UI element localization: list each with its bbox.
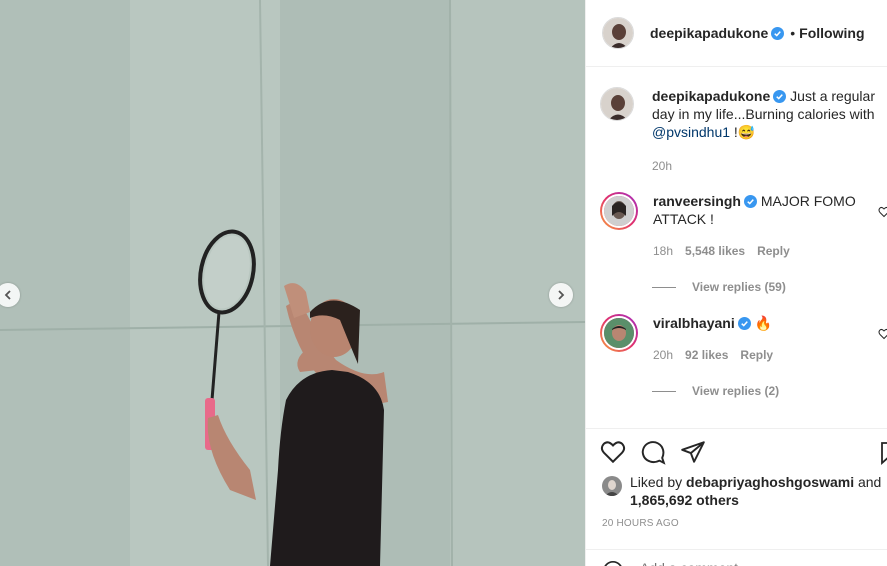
post-header: deepikapadukone • Following [586, 0, 887, 67]
likes-summary: Liked by debapriyaghoshgoswami and 1,865… [602, 473, 887, 509]
comment-age: 20h [653, 348, 674, 362]
heart-icon[interactable] [600, 439, 626, 465]
comment-item: viralbhayani 🔥 20h 92 likes Reply [600, 314, 887, 364]
chevron-left-icon [4, 290, 11, 300]
others-count-link[interactable]: 1,865,692 others [630, 492, 739, 508]
comment-item: ranveersingh MAJOR FOMO ATTACK ! 18h 5,5… [600, 192, 887, 260]
comment-likes-link[interactable]: 5,548 likes [685, 242, 745, 260]
view-replies-label: View replies (2) [692, 384, 780, 398]
comment-age: 18h [653, 244, 674, 258]
liker-username[interactable]: debapriyaghoshgoswami [686, 474, 854, 490]
commenter-avatar[interactable] [600, 314, 638, 352]
save-icon[interactable] [880, 441, 887, 465]
verified-icon [743, 195, 757, 208]
liker-avatar[interactable] [602, 476, 622, 496]
action-icons [600, 439, 706, 465]
commenter-avatar[interactable] [600, 192, 638, 230]
share-icon[interactable] [680, 439, 706, 465]
replies-divider [652, 390, 676, 392]
caption-age: 20h [652, 159, 673, 173]
post-actions-section: Liked by debapriyaghoshgoswami and 1,865… [586, 428, 887, 566]
view-replies-button[interactable]: View replies (2) [652, 384, 779, 398]
liked-by-prefix: Liked by [630, 474, 687, 490]
likes-text: Liked by debapriyaghoshgoswami and 1,865… [630, 473, 887, 509]
comment-meta: 20h 92 likes Reply [653, 346, 873, 364]
post-side-panel: deepikapadukone • Following deepikapaduk… [585, 0, 887, 566]
author-username[interactable]: deepikapadukone [650, 25, 768, 41]
add-comment-bar [586, 549, 887, 566]
verified-icon [737, 317, 751, 330]
post-caption: deepikapadukone Just a regular day in my… [600, 87, 887, 175]
comment-body: viralbhayani 🔥 20h 92 likes Reply [653, 314, 873, 364]
replies-divider [652, 286, 676, 288]
view-replies-label: View replies (59) [692, 280, 786, 294]
caption-author-avatar[interactable] [600, 87, 634, 121]
caption-tail: !😅 [730, 124, 756, 140]
commenter-username[interactable]: ranveersingh [653, 193, 741, 209]
verified-icon [771, 26, 785, 40]
view-replies-button[interactable]: View replies (59) [652, 280, 786, 294]
comment-icon[interactable] [640, 439, 666, 465]
author-avatar[interactable] [602, 17, 634, 49]
comment-body: ranveersingh MAJOR FOMO ATTACK ! 18h 5,5… [653, 192, 873, 260]
comment-text: 🔥 [754, 315, 773, 331]
verified-icon [773, 90, 787, 103]
post-photo[interactable] [0, 0, 585, 566]
caption-username[interactable]: deepikapadukone [652, 88, 770, 104]
liked-by-and: and [854, 474, 882, 490]
comment-like-icon[interactable] [878, 328, 887, 340]
post-timestamp[interactable]: 20 HOURS AGO [602, 518, 679, 529]
comment-input[interactable] [640, 560, 840, 566]
commenter-username[interactable]: viralbhayani [653, 315, 735, 331]
comment-meta: 18h 5,548 likes Reply [653, 242, 873, 260]
following-button[interactable]: Following [799, 25, 864, 41]
badminton-scene [0, 0, 585, 566]
separator-dot: • [790, 25, 796, 41]
comment-like-icon[interactable] [878, 206, 887, 218]
reply-button[interactable]: Reply [757, 242, 790, 260]
chevron-right-icon [558, 290, 565, 300]
next-photo-button[interactable] [549, 283, 573, 307]
reply-button[interactable]: Reply [740, 346, 773, 364]
comment-likes-link[interactable]: 92 likes [685, 346, 728, 364]
emoji-icon[interactable] [602, 560, 624, 566]
caption-mention-link[interactable]: @pvsindhu1 [652, 124, 730, 140]
caption-body: deepikapadukone Just a regular day in my… [652, 87, 882, 175]
